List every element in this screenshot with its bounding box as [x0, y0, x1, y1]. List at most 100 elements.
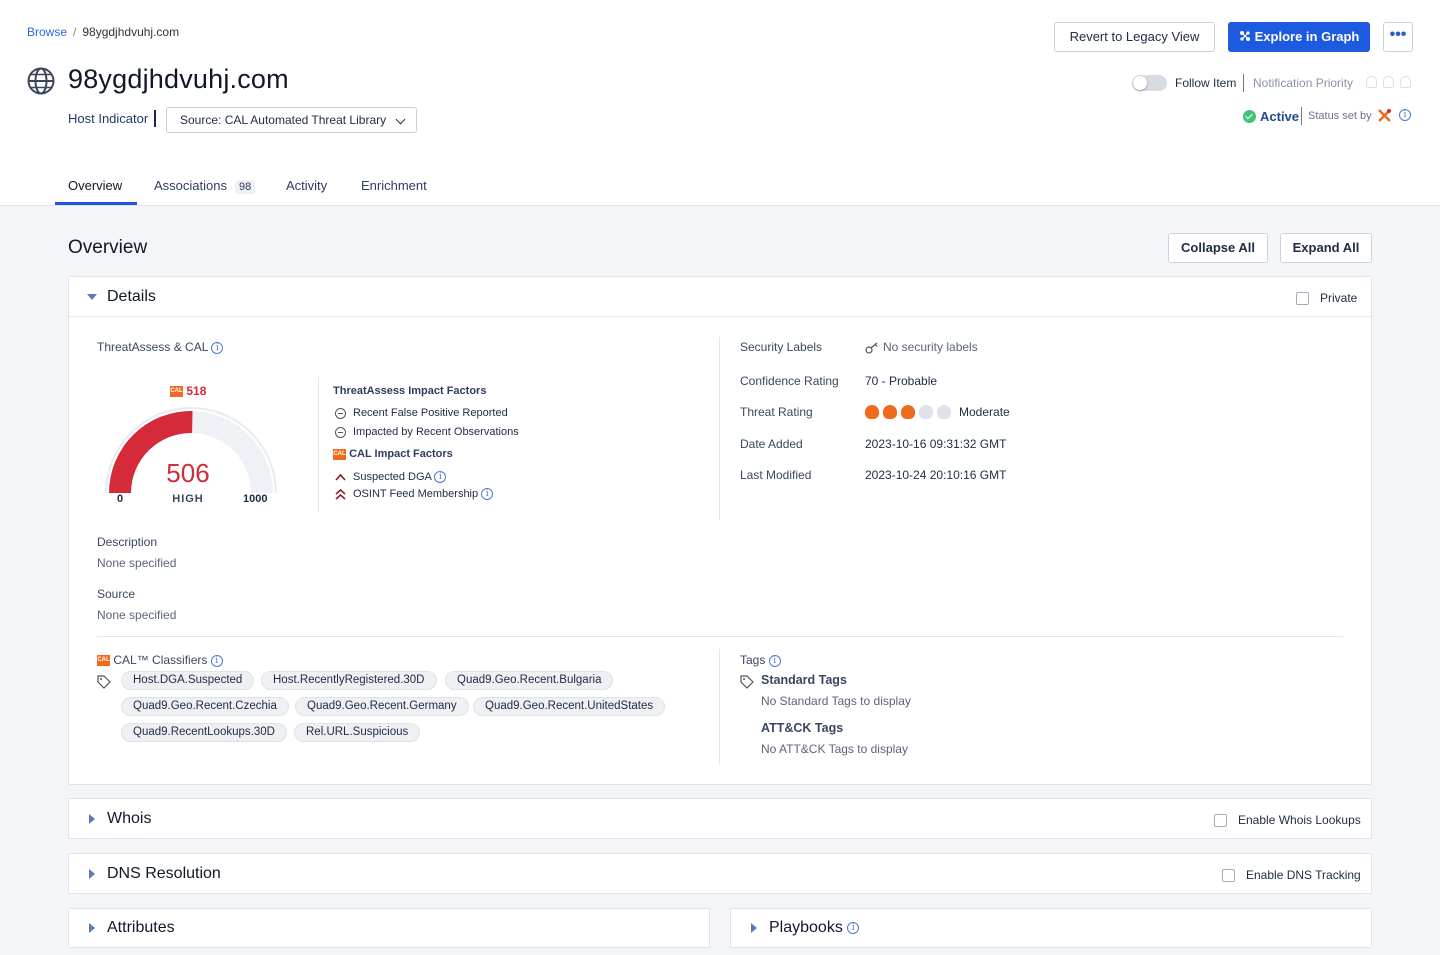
classifier-pill[interactable]: Quad9.Geo.Recent.Bulgaria	[445, 671, 614, 690]
confidence-rating-value: 70 - Probable	[865, 374, 938, 388]
bell-icon[interactable]	[1400, 76, 1411, 88]
enable-whois-checkbox[interactable]	[1214, 814, 1227, 827]
threatassess-label: ThreatAssess & CAL i	[97, 340, 224, 354]
divider	[719, 337, 720, 520]
source-value: None specified	[97, 608, 177, 622]
follow-item-toggle[interactable]	[1132, 75, 1167, 91]
threat-rating-label: Threat Rating	[740, 405, 813, 419]
classifier-pill[interactable]: Host.RecentlyRegistered.30D	[261, 671, 437, 690]
classifier-pill[interactable]: Rel.URL.Suspicious	[294, 723, 421, 742]
playbooks-title-text: Playbooks	[769, 919, 843, 936]
tags-label: Tags i	[740, 653, 781, 667]
minus-circle-icon	[335, 407, 346, 419]
skull-icon	[919, 405, 933, 419]
overview-heading: Overview	[68, 237, 148, 258]
chevron-up-icon	[335, 473, 346, 481]
caret-right-icon[interactable]	[89, 814, 95, 824]
explore-in-graph-button[interactable]: Explore in Graph	[1228, 22, 1370, 52]
cal-impact-title-text: CAL Impact Factors	[349, 448, 453, 460]
caret-right-icon[interactable]	[89, 923, 95, 933]
info-icon[interactable]: i	[211, 341, 224, 354]
double-chevron-up-icon	[335, 488, 346, 500]
date-added-label: Date Added	[740, 437, 803, 451]
classifier-pill[interactable]: Host.DGA.Suspected	[121, 671, 255, 690]
standard-tags-title: Standard Tags	[761, 673, 847, 687]
tags-label-text: Tags	[740, 653, 766, 667]
cal-impact-title: CAL CAL Impact Factors	[333, 448, 453, 460]
tab-associations[interactable]: Associations 98	[154, 178, 256, 194]
threat-rating-value: Moderate	[959, 405, 1010, 419]
description-value: None specified	[97, 556, 177, 570]
private-checkbox[interactable]	[1296, 292, 1309, 305]
impact-factor: Recent False Positive Reported	[335, 407, 508, 419]
info-icon[interactable]: i	[1399, 109, 1411, 121]
caret-right-icon[interactable]	[89, 869, 95, 879]
caret-down-icon[interactable]	[87, 294, 97, 300]
breadcrumb-current: 98ygdjhdvuhj.com	[82, 25, 180, 39]
classifier-pill[interactable]: Quad9.Geo.Recent.Czechia	[121, 697, 289, 716]
whois-title: Whois	[107, 810, 152, 827]
enable-dns-label: Enable DNS Tracking	[1246, 868, 1361, 882]
breadcrumb-browse-link[interactable]: Browse	[27, 25, 67, 39]
enable-whois-label: Enable Whois Lookups	[1238, 813, 1361, 827]
threatassess-label-text: ThreatAssess & CAL	[97, 340, 208, 354]
classifier-pill[interactable]: Quad9.Geo.Recent.UnitedStates	[473, 697, 666, 716]
tab-overview[interactable]: Overview	[68, 178, 122, 193]
source-dropdown[interactable]: Source: CAL Automated Threat Library	[166, 107, 417, 133]
tab-enrichment[interactable]: Enrichment	[361, 178, 427, 193]
cal-factor-label: Suspected DGA	[353, 471, 432, 483]
attributes-card[interactable]: Attributes	[68, 908, 710, 948]
enable-dns-checkbox[interactable]	[1222, 869, 1235, 882]
cal-classifiers-label: CAL CAL™ Classifiers i	[97, 653, 223, 667]
more-options-button[interactable]: •••	[1383, 22, 1413, 52]
page-title: 98ygdjhdvuhj.com	[68, 64, 289, 94]
graph-icon	[1239, 31, 1250, 41]
breadcrumb: Browse / 98ygdjhdvuhj.com	[27, 25, 179, 39]
revert-legacy-view-button[interactable]: Revert to Legacy View	[1054, 22, 1215, 52]
details-card-header[interactable]: Details Private	[69, 277, 1371, 317]
info-icon[interactable]: i	[434, 471, 447, 484]
divider	[318, 377, 319, 512]
date-added-value: 2023-10-16 09:31:32 GMT	[865, 437, 1007, 451]
indicator-type-label: Host Indicator	[68, 110, 157, 127]
cal-logo-icon: CAL	[333, 448, 346, 460]
status-set-by-label: Status set by	[1308, 110, 1372, 122]
dns-resolution-title: DNS Resolution	[107, 865, 221, 882]
skull-icon	[901, 405, 915, 419]
whois-card[interactable]: Whois Enable Whois Lookups	[68, 798, 1372, 839]
caret-right-icon[interactable]	[751, 923, 757, 933]
cal-factor-label: OSINT Feed Membership	[353, 488, 479, 500]
classifier-pill[interactable]: Quad9.Geo.Recent.Germany	[295, 697, 469, 716]
info-icon[interactable]: i	[210, 654, 223, 667]
minus-circle-icon	[335, 426, 346, 438]
playbooks-card[interactable]: Playbooks i	[730, 908, 1372, 948]
threatassess-impact-title: ThreatAssess Impact Factors	[333, 385, 487, 397]
info-icon[interactable]: i	[847, 921, 860, 934]
cal-score-value: 518	[186, 384, 207, 398]
info-icon[interactable]: i	[481, 488, 494, 501]
bell-icon[interactable]	[1366, 76, 1377, 88]
info-icon[interactable]: i	[768, 654, 781, 667]
classifier-pill[interactable]: Quad9.RecentLookups.30D	[121, 723, 287, 742]
expand-all-button[interactable]: Expand All	[1280, 233, 1372, 263]
gauge-max: 1000	[243, 493, 268, 505]
tab-label: Associations	[154, 178, 227, 193]
attributes-title: Attributes	[107, 919, 175, 936]
divider	[719, 649, 720, 765]
associations-count-badge: 98	[234, 180, 256, 194]
tab-label: Activity	[286, 178, 328, 193]
bell-icon[interactable]	[1383, 76, 1394, 88]
security-labels-value: No security labels	[865, 340, 978, 354]
chevron-down-icon	[395, 114, 406, 125]
source-label: Source	[97, 587, 136, 601]
tab-activity[interactable]: Activity	[286, 178, 327, 193]
skull-icon	[937, 405, 951, 419]
divider	[1243, 74, 1244, 92]
key-icon	[865, 342, 878, 354]
collapse-all-button[interactable]: Collapse All	[1168, 233, 1268, 263]
cal-score: CAL 518	[170, 384, 206, 398]
security-labels-label: Security Labels	[740, 340, 823, 354]
dns-resolution-card[interactable]: DNS Resolution Enable DNS Tracking	[68, 853, 1372, 894]
cal-classifiers-label-text: CAL™ Classifiers	[113, 653, 208, 667]
tab-label: Enrichment	[361, 178, 427, 193]
